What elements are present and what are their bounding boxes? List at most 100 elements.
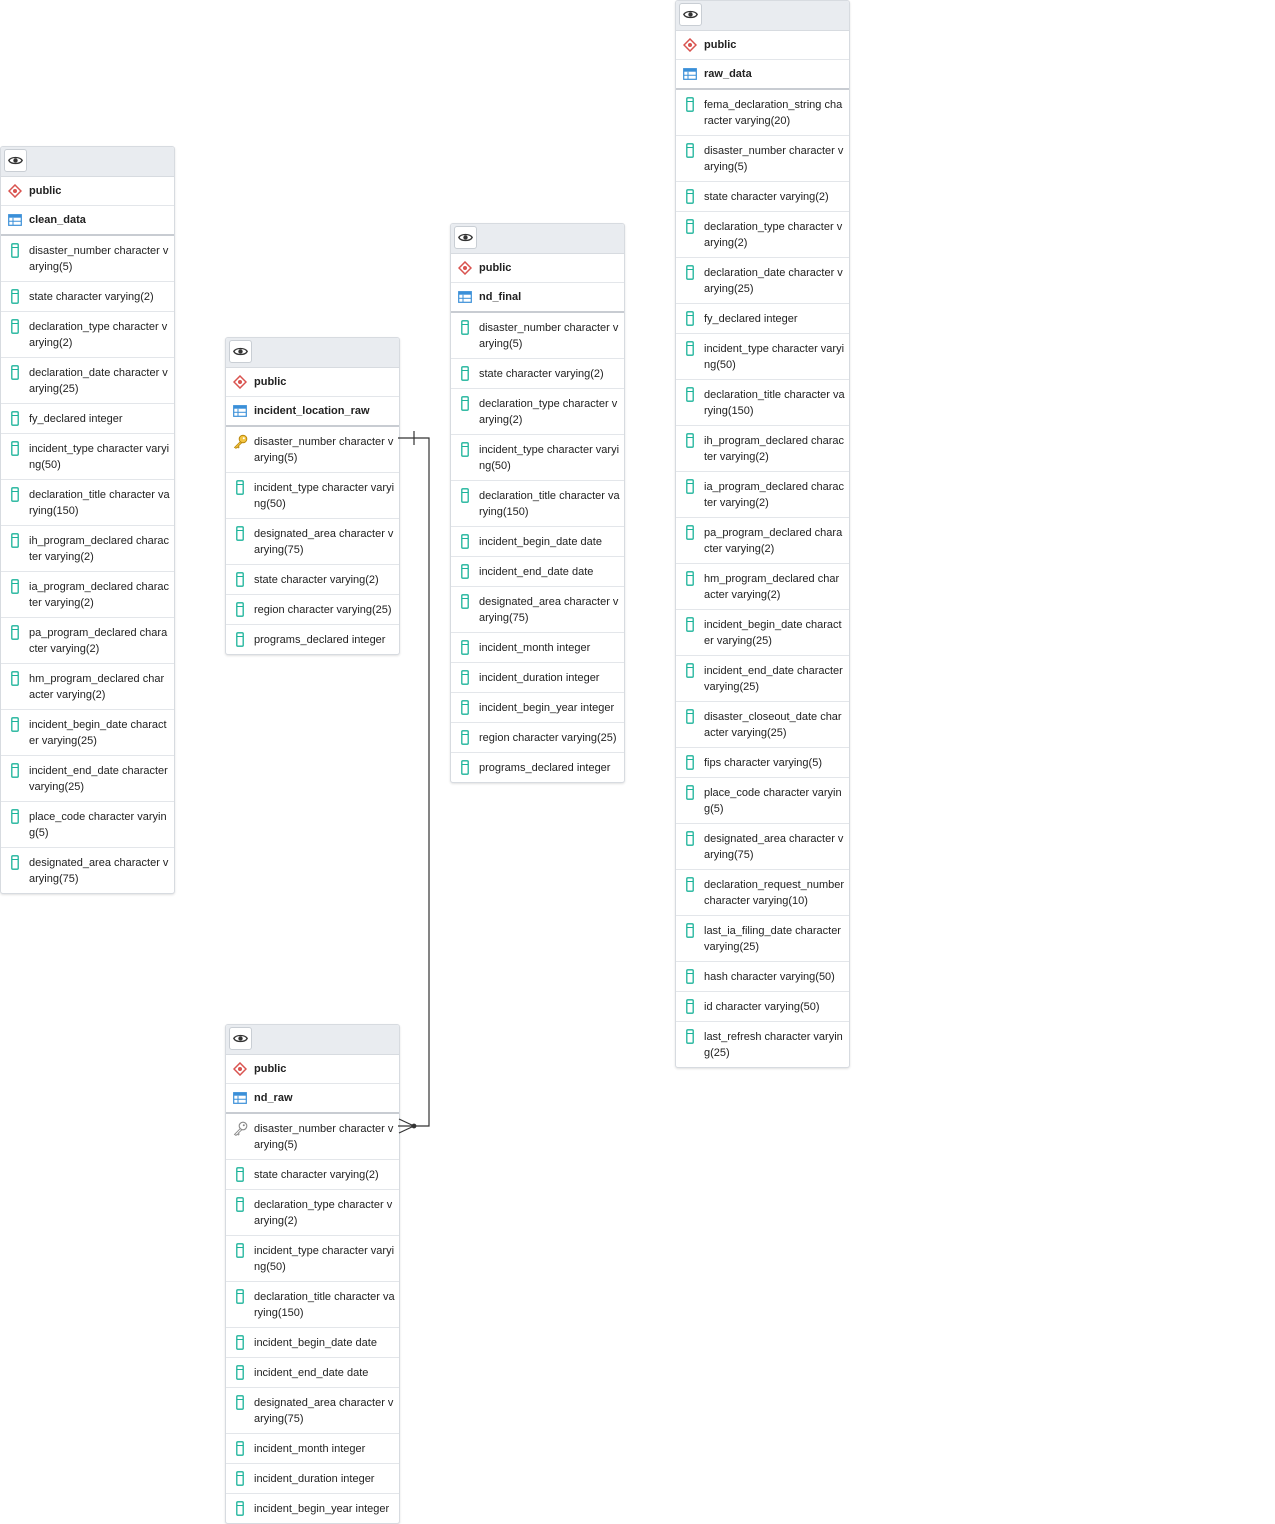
column-row[interactable]: designated_area character varying(75) — [1, 848, 174, 893]
table-node-clean-data[interactable]: public clean_data disaster_number charac… — [0, 146, 175, 894]
column-icon-slot — [676, 433, 704, 448]
column-row[interactable]: incident_begin_date date — [451, 527, 624, 557]
column-row[interactable]: declaration_type character varying(2) — [1, 312, 174, 358]
column-row[interactable]: state character varying(2) — [676, 182, 849, 212]
column-icon-slot — [676, 1029, 704, 1044]
column-row[interactable]: declaration_title character varying(150) — [226, 1282, 399, 1328]
column-row[interactable]: declaration_type character varying(2) — [451, 389, 624, 435]
column-row[interactable]: incident_month integer — [451, 633, 624, 663]
column-row[interactable]: incident_begin_year integer — [226, 1494, 399, 1523]
column-row[interactable]: incident_end_date character varying(25) — [676, 656, 849, 702]
table-grid-icon — [8, 214, 22, 226]
column-row[interactable]: ih_program_declared character varying(2) — [676, 426, 849, 472]
column-row[interactable]: incident_begin_date character varying(25… — [676, 610, 849, 656]
column-row[interactable]: incident_begin_date character varying(25… — [1, 710, 174, 756]
column-row[interactable]: incident_type character varying(50) — [1, 434, 174, 480]
column-definition: declaration_title character varying(150) — [254, 1291, 395, 1319]
view-details-button[interactable] — [229, 1027, 252, 1050]
column-row[interactable]: programs_declared integer — [226, 625, 399, 654]
column-row[interactable]: designated_area character varying(75) — [451, 587, 624, 633]
column-row[interactable]: incident_end_date date — [451, 557, 624, 587]
column-definition: designated_area character varying(75) — [254, 528, 394, 556]
column-icon — [236, 1395, 244, 1410]
column-icon-slot — [1, 625, 29, 640]
column-row[interactable]: state character varying(2) — [451, 359, 624, 389]
column-row[interactable]: ih_program_declared character varying(2) — [1, 526, 174, 572]
column-icon-slot — [676, 97, 704, 112]
table-node-incident-location-raw[interactable]: public incident_location_raw disaster_nu… — [225, 337, 400, 655]
column-row[interactable]: state character varying(2) — [1, 282, 174, 312]
view-details-button[interactable] — [4, 149, 27, 172]
column-row[interactable]: incident_month integer — [226, 1434, 399, 1464]
column-row[interactable]: declaration_title character varying(150) — [451, 481, 624, 527]
column-row[interactable]: hash character varying(50) — [676, 962, 849, 992]
column-row[interactable]: incident_duration integer — [226, 1464, 399, 1494]
column-row[interactable]: designated_area character varying(75) — [226, 1388, 399, 1434]
column-icon — [686, 265, 694, 280]
column-row[interactable]: last_refresh character varying(25) — [676, 1022, 849, 1067]
table-node-nd-raw[interactable]: public nd_raw disaster_number character … — [225, 1024, 400, 1524]
column-row[interactable]: declaration_date character varying(25) — [676, 258, 849, 304]
column-row[interactable]: incident_type character varying(50) — [226, 1236, 399, 1282]
column-row[interactable]: incident_begin_year integer — [451, 693, 624, 723]
column-row[interactable]: disaster_closeout_date character varying… — [676, 702, 849, 748]
view-details-button[interactable] — [679, 3, 702, 26]
column-row[interactable]: declaration_date character varying(25) — [1, 358, 174, 404]
column-row[interactable]: fy_declared integer — [1, 404, 174, 434]
column-icon-slot — [451, 534, 479, 549]
table-name: incident_location_raw — [254, 405, 370, 417]
column-row[interactable]: incident_end_date date — [226, 1358, 399, 1388]
table-node-raw-data[interactable]: public raw_data fema_declaration_string … — [675, 0, 850, 1068]
column-row[interactable]: pa_program_declared character varying(2) — [676, 518, 849, 564]
column-row[interactable]: disaster_number character varying(5) — [1, 236, 174, 282]
column-icon — [11, 289, 19, 304]
column-row[interactable]: declaration_request_number character var… — [676, 870, 849, 916]
column-definition: designated_area character varying(75) — [29, 857, 169, 885]
column-row[interactable]: programs_declared integer — [451, 753, 624, 782]
primary-key-column-row[interactable]: disaster_number character varying(5) — [226, 427, 399, 473]
column-row[interactable]: incident_type character varying(50) — [676, 334, 849, 380]
table-grid-icon — [233, 405, 247, 417]
column-row[interactable]: incident_begin_date date — [226, 1328, 399, 1358]
view-details-button[interactable] — [229, 340, 252, 363]
column-row[interactable]: declaration_type character varying(2) — [676, 212, 849, 258]
column-icon-slot — [226, 1395, 254, 1410]
relationship-link[interactable] — [398, 431, 430, 1134]
column-icon-slot — [676, 923, 704, 938]
column-row[interactable]: region character varying(25) — [451, 723, 624, 753]
column-row[interactable]: designated_area character varying(75) — [676, 824, 849, 870]
column-row[interactable]: incident_end_date character varying(25) — [1, 756, 174, 802]
column-row[interactable]: region character varying(25) — [226, 595, 399, 625]
column-icon-slot — [676, 999, 704, 1014]
column-icon-slot — [676, 785, 704, 800]
column-row[interactable]: hm_program_declared character varying(2) — [676, 564, 849, 610]
view-details-button[interactable] — [454, 226, 477, 249]
column-icon-slot — [226, 1289, 254, 1304]
column-row[interactable]: declaration_title character varying(150) — [1, 480, 174, 526]
column-row[interactable]: ia_program_declared character varying(2) — [676, 472, 849, 518]
column-row[interactable]: place_code character varying(5) — [676, 778, 849, 824]
column-row[interactable]: declaration_title character varying(150) — [676, 380, 849, 426]
column-row[interactable]: id character varying(50) — [676, 992, 849, 1022]
column-row[interactable]: fips character varying(5) — [676, 748, 849, 778]
column-row[interactable]: disaster_number character varying(5) — [451, 313, 624, 359]
column-row[interactable]: incident_type character varying(50) — [226, 473, 399, 519]
foreign-key-column-row[interactable]: disaster_number character varying(5) — [226, 1114, 399, 1160]
column-row[interactable]: place_code character varying(5) — [1, 802, 174, 848]
column-row[interactable]: pa_program_declared character varying(2) — [1, 618, 174, 664]
column-row[interactable]: disaster_number character varying(5) — [676, 136, 849, 182]
column-row[interactable]: designated_area character varying(75) — [226, 519, 399, 565]
column-row[interactable]: ia_program_declared character varying(2) — [1, 572, 174, 618]
column-row[interactable]: incident_type character varying(50) — [451, 435, 624, 481]
column-row[interactable]: incident_duration integer — [451, 663, 624, 693]
column-definition: incident_end_date character varying(25) — [704, 665, 843, 693]
column-row[interactable]: declaration_type character varying(2) — [226, 1190, 399, 1236]
column-row[interactable]: fema_declaration_string character varyin… — [676, 90, 849, 136]
column-row[interactable]: last_ia_filing_date character varying(25… — [676, 916, 849, 962]
column-row[interactable]: state character varying(2) — [226, 565, 399, 595]
column-row[interactable]: fy_declared integer — [676, 304, 849, 334]
table-node-nd-final[interactable]: public nd_final disaster_number characte… — [450, 223, 625, 783]
column-row[interactable]: hm_program_declared character varying(2) — [1, 664, 174, 710]
schema-name: public — [254, 376, 287, 388]
column-row[interactable]: state character varying(2) — [226, 1160, 399, 1190]
